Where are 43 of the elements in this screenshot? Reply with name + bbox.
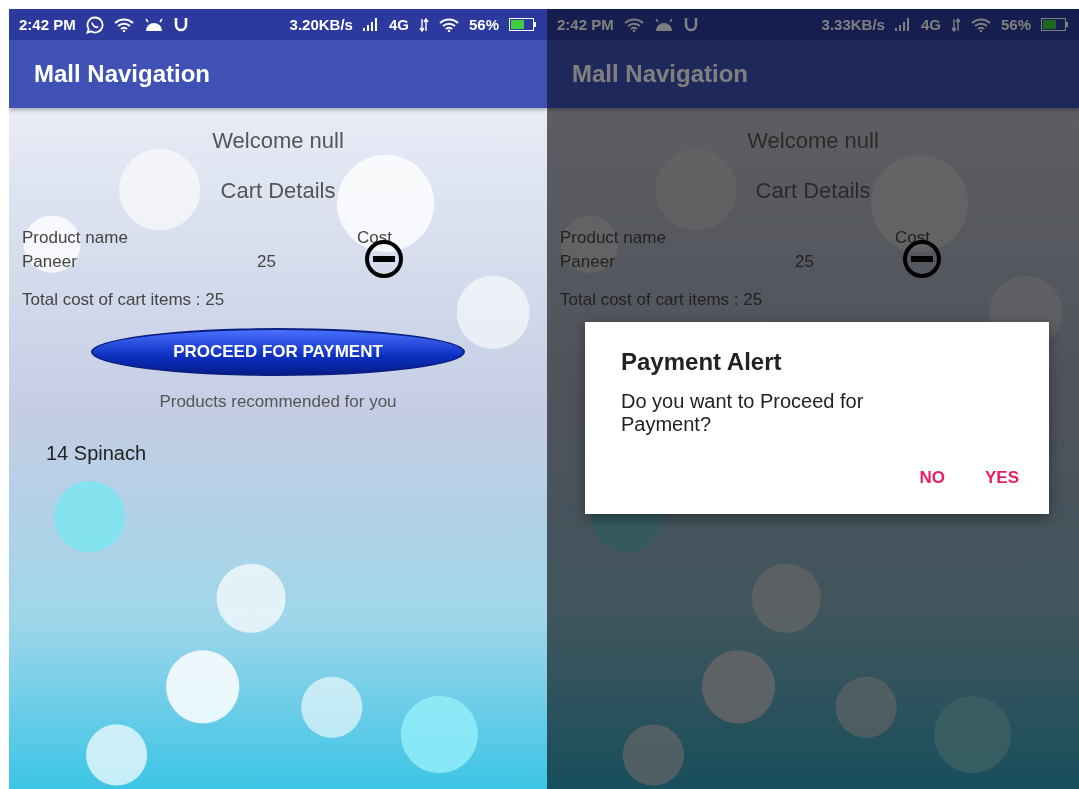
wifi-icon <box>113 17 134 32</box>
battery-icon <box>1041 18 1069 31</box>
dialog-title: Payment Alert <box>621 348 783 376</box>
network-type: 4G <box>920 16 941 33</box>
column-header: Product name <box>560 227 667 249</box>
data-arrows-icon <box>418 17 429 32</box>
status-time: 2:42 PM <box>19 16 76 33</box>
u-icon <box>173 17 188 32</box>
app-title: Mall Navigation <box>572 60 749 88</box>
total-cost: Total cost of cart items : 25 <box>560 290 764 310</box>
signal-icon <box>362 18 379 31</box>
wifi-icon <box>623 17 644 32</box>
welcome-text: Welcome null <box>212 128 344 154</box>
battery-percent: 56% <box>468 16 499 33</box>
column-header: Product name <box>22 227 129 249</box>
battery-icon <box>509 18 537 31</box>
dialog-message: Do you want to Proceed for Payment? <box>621 390 865 436</box>
recommended-product[interactable]: 14 Spinach <box>46 442 547 465</box>
status-time: 2:42 PM <box>557 16 614 33</box>
android-icon <box>653 18 674 31</box>
network-type: 4G <box>388 16 409 33</box>
product-name: Paneer <box>22 251 78 273</box>
proceed-button[interactable]: PROCEED FOR PAYMENT <box>91 328 465 376</box>
product-cost: 25 <box>257 251 277 273</box>
recommend-heading: Products recommended for you <box>159 392 397 412</box>
u-icon <box>683 17 698 32</box>
welcome-text: Welcome null <box>747 128 879 154</box>
android-icon <box>143 18 164 31</box>
data-arrows-icon <box>950 17 961 32</box>
total-cost: Total cost of cart items : 25 <box>22 290 226 310</box>
wifi-icon <box>970 17 991 32</box>
wifi-icon <box>438 17 459 32</box>
app-title: Mall Navigation <box>34 60 211 88</box>
network-speed: 3.33KB/s <box>821 16 885 33</box>
product-cost: 25 <box>795 251 815 273</box>
dialog-button[interactable]: NO <box>905 462 959 494</box>
signal-icon <box>894 18 911 31</box>
product-name: Paneer <box>560 251 616 273</box>
chat-bubble-icon <box>85 15 104 34</box>
network-speed: 3.20KB/s <box>289 16 353 33</box>
battery-percent: 56% <box>1000 16 1031 33</box>
cart-title: Cart Details <box>220 178 336 204</box>
dialog-button[interactable]: YES <box>970 462 1033 494</box>
